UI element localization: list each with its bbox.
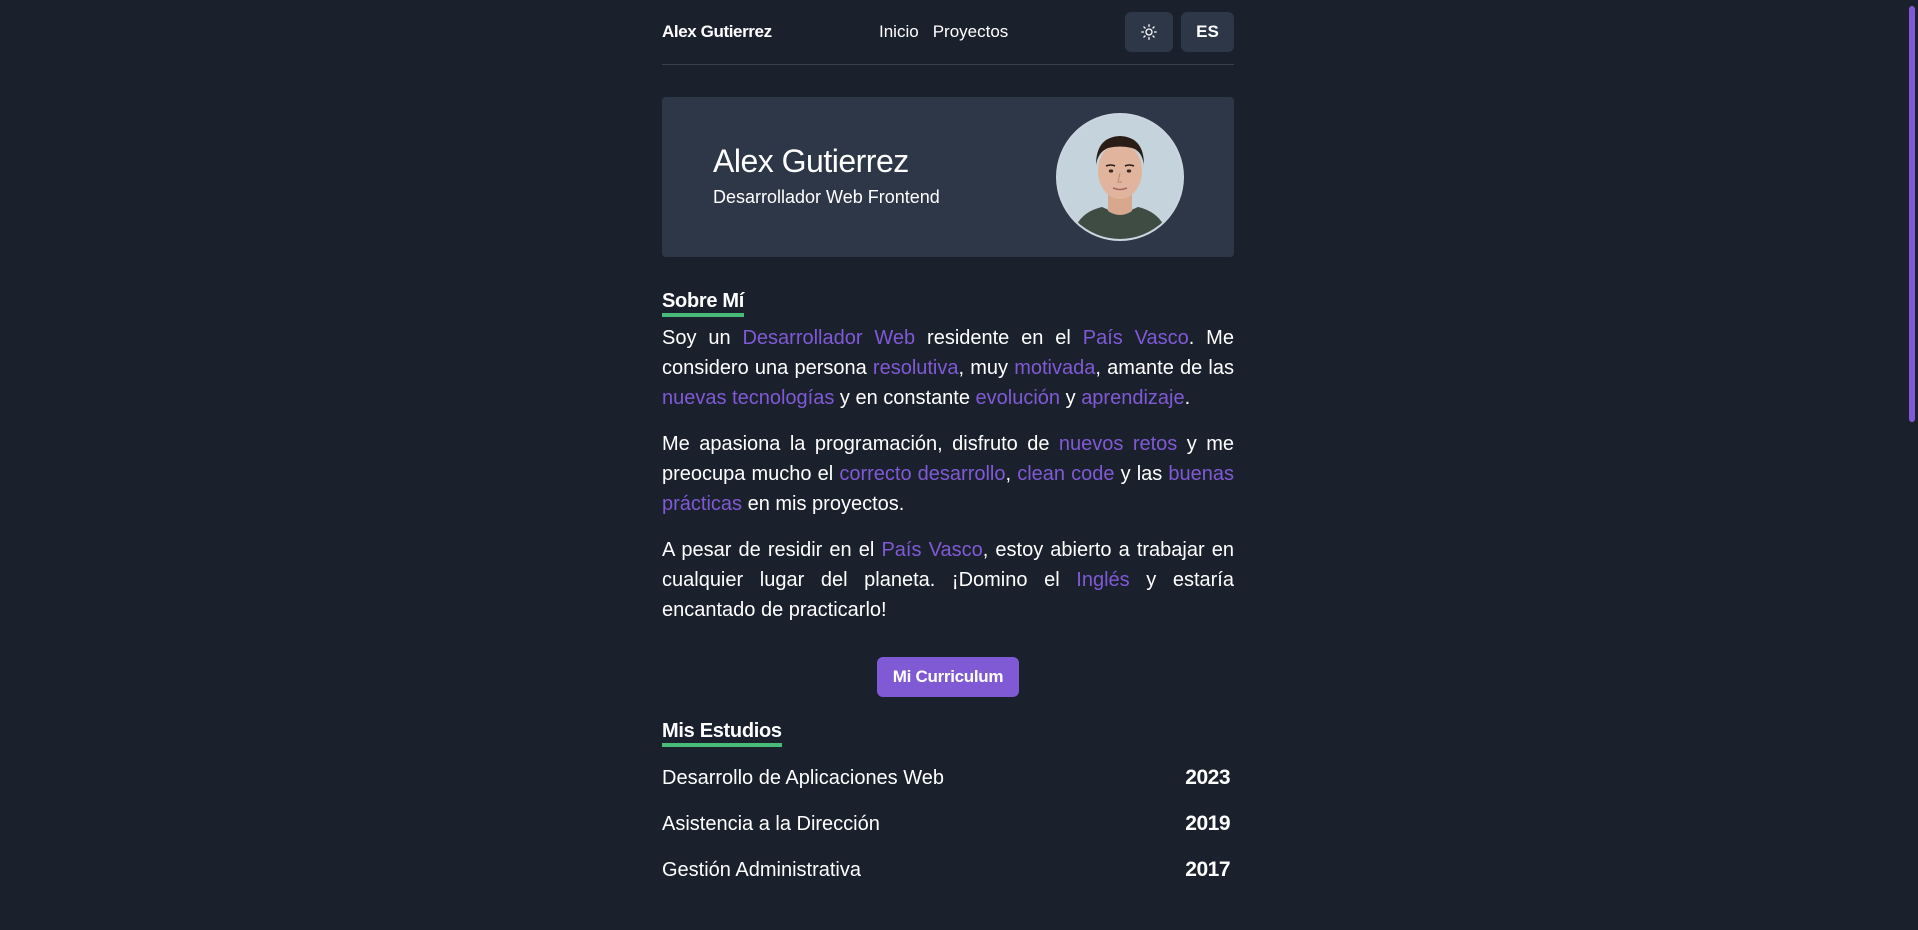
language-button[interactable]: ES: [1181, 12, 1234, 52]
paragraph-text: .: [1184, 387, 1191, 409]
highlight-link[interactable]: nuevos retos: [1059, 433, 1177, 455]
highlight-link[interactable]: País Vasco: [881, 539, 982, 561]
about-title: Sobre Mí: [662, 289, 744, 317]
highlight-link[interactable]: Desarrollador Web: [742, 327, 915, 349]
paragraph-text: residente en el: [915, 327, 1083, 349]
hero-name: Alex Gutierrez: [713, 143, 909, 179]
highlight-link[interactable]: clean code: [1017, 463, 1114, 485]
study-row: Desarrollo de Aplicaciones Web 2023: [662, 755, 1234, 801]
highlight-link[interactable]: motivada: [1014, 357, 1095, 379]
study-name: Desarrollo de Aplicaciones Web: [662, 766, 945, 789]
paragraph-text: Me apasiona la programación, disfruto de: [662, 433, 1059, 455]
about-paragraph-2: Me apasiona la programación, disfruto de…: [662, 429, 1234, 519]
highlight-link[interactable]: Inglés: [1076, 569, 1129, 591]
study-year: 2019: [1185, 812, 1230, 835]
hero-card: Alex Gutierrez Desarrollador Web Fronten…: [662, 97, 1234, 257]
nav-link-proyectos[interactable]: Proyectos: [933, 22, 1009, 42]
hero-role: Desarrollador Web Frontend: [713, 187, 940, 207]
paragraph-text: en mis proyectos.: [742, 493, 905, 515]
nav-links: Inicio Proyectos: [879, 0, 1008, 64]
page: Alex Gutierrez Inicio Proyectos ES Alex …: [0, 0, 1918, 930]
profile-photo: [1058, 115, 1182, 239]
paragraph-text: y: [1060, 387, 1082, 409]
theme-toggle-button[interactable]: [1125, 12, 1173, 52]
paragraph-text: y en constante: [834, 387, 976, 409]
study-row: Asistencia a la Dirección 2019: [662, 801, 1234, 847]
main-container: Alex Gutierrez Inicio Proyectos ES Alex …: [662, 0, 1234, 893]
highlight-link[interactable]: nuevas tecnologías: [662, 387, 834, 409]
studies-section: Mis Estudios Desarrollo de Aplicaciones …: [662, 719, 1234, 893]
avatar: [1056, 113, 1184, 241]
about-paragraph-3: A pesar de residir en el País Vasco, est…: [662, 535, 1234, 625]
paragraph-text: Soy un: [662, 327, 743, 349]
study-year: 2017: [1185, 858, 1230, 881]
nav-link-inicio[interactable]: Inicio: [879, 22, 919, 42]
paragraph-text: y las: [1114, 463, 1169, 485]
studies-title: Mis Estudios: [662, 719, 782, 747]
cv-wrapper: Mi Curriculum: [662, 657, 1234, 697]
highlight-link[interactable]: correcto desarrollo: [839, 463, 1005, 485]
study-row: Gestión Administrativa 2017: [662, 847, 1234, 893]
study-name: Gestión Administrativa: [662, 858, 861, 881]
navbar: Alex Gutierrez Inicio Proyectos ES: [662, 0, 1234, 65]
about-paragraph-1: Soy un Desarrollador Web residente en el…: [662, 323, 1234, 413]
study-name: Asistencia a la Dirección: [662, 812, 880, 835]
study-year: 2023: [1185, 766, 1230, 789]
about-section: Sobre Mí Soy un Desarrollador Web reside…: [662, 289, 1234, 697]
paragraph-text: , amante de las: [1095, 357, 1234, 379]
scrollbar-thumb[interactable]: [1909, 6, 1915, 422]
highlight-link[interactable]: aprendizaje: [1081, 387, 1184, 409]
scrollbar[interactable]: [1904, 0, 1918, 930]
paragraph-text: ,: [1005, 463, 1018, 485]
paragraph-text: , muy: [958, 357, 1015, 379]
sun-icon: [1141, 24, 1157, 40]
nav-buttons: ES: [1125, 12, 1234, 52]
highlight-link[interactable]: resolutiva: [873, 357, 959, 379]
paragraph-text: A pesar de residir en el: [662, 539, 882, 561]
curriculum-button[interactable]: Mi Curriculum: [876, 657, 1020, 697]
highlight-link[interactable]: evolución: [976, 387, 1061, 409]
brand-link[interactable]: Alex Gutierrez: [662, 22, 772, 42]
highlight-link[interactable]: País Vasco: [1083, 327, 1189, 349]
